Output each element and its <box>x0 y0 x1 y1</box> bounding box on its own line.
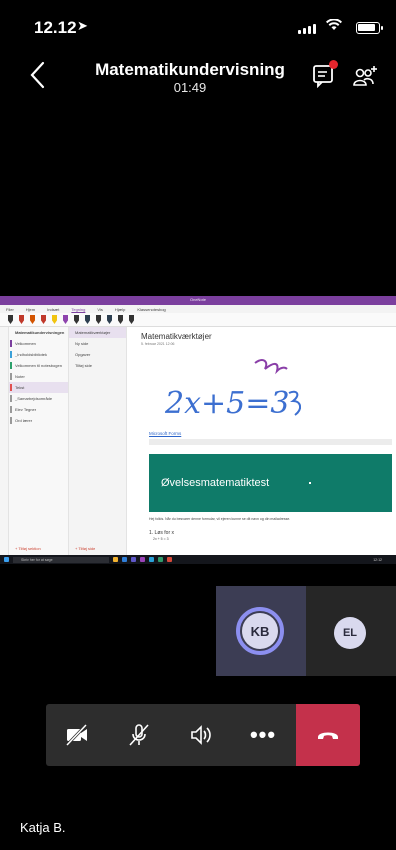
page-item: Matematikværktøjer <box>69 327 126 338</box>
call-controls: ••• <box>46 704 360 766</box>
page-item: Tilføj side <box>75 363 92 368</box>
section-item: _Samarbejdsområde <box>9 393 68 404</box>
add-section: + Tilføj sektion <box>15 546 41 551</box>
section-item: Elev Tegner <box>9 404 68 415</box>
section-item: Ord lærer <box>9 415 68 426</box>
form-question: 1. Løs for x <box>149 530 175 536</box>
pen-icon <box>63 315 68 324</box>
back-button[interactable] <box>28 60 58 90</box>
menu-item: Tegning <box>71 306 86 312</box>
handwriting-ink: 2x+5=3 <box>164 359 301 421</box>
section-item: Velkommen til notesbogen <box>9 360 68 371</box>
participant-tile-el[interactable]: EL <box>306 586 396 676</box>
pen-icon <box>74 315 79 324</box>
form-header-band <box>149 439 392 445</box>
menu-item: Vis <box>97 306 103 312</box>
mic-off-icon <box>129 724 149 746</box>
camera-toggle-button[interactable] <box>46 704 108 766</box>
section-item: Velkommen <box>9 338 68 349</box>
chrome-icon <box>167 557 172 562</box>
menu-item: Hjælp <box>114 306 126 312</box>
participant-tiles: KB EL <box>216 586 396 676</box>
form-description: Hej folkis. Når du besvarer denne formul… <box>149 517 291 521</box>
call-title: Matematikundervisning <box>95 60 285 79</box>
section-item: _Indholdsbibliotek <box>9 349 68 360</box>
participants-button[interactable] <box>352 64 380 88</box>
onenote-ribbon <box>0 313 396 327</box>
pen-icon <box>41 315 46 324</box>
pen-icon <box>96 315 101 324</box>
shared-screen[interactable]: OneNote Filer Hjem Indsæt Tegning Vis Hj… <box>0 296 396 564</box>
pen-icon <box>30 315 35 324</box>
folder-icon <box>113 557 118 562</box>
notebook-name: Matematikundervisningen <box>15 330 65 335</box>
form-banner: Øvelsesmatematiktest <box>149 454 392 512</box>
wifi-icon <box>326 18 342 36</box>
windows-taskbar: Skriv her for at søge 12:12 <box>0 555 396 564</box>
page-list: Matematikværktøjer Ny side Opgaver Tilfø… <box>69 327 127 556</box>
camera-off-icon <box>65 723 88 747</box>
hang-up-button[interactable] <box>296 704 360 766</box>
more-icon: ••• <box>249 722 277 747</box>
menu-item: Klassenotesbog <box>137 306 166 312</box>
menu-item: Indsæt <box>47 306 60 312</box>
pen-icon <box>107 315 112 324</box>
onenote-left-rail <box>0 327 9 556</box>
unread-badge <box>329 60 338 69</box>
onenote-icon <box>140 557 145 562</box>
page-date: 5. februar 2021 12:06 <box>141 342 175 346</box>
onenote-menubar: Filer Hjem Indsæt Tegning Vis Hjælp Klas… <box>0 305 396 313</box>
page-item: Ny side <box>75 341 89 346</box>
teams-icon <box>131 557 136 562</box>
windows-start-icon <box>4 557 9 562</box>
onenote-titlebar: OneNote <box>0 296 396 305</box>
pen-icon <box>129 315 134 324</box>
call-timer: 01:49 <box>173 80 207 95</box>
notebook-sections: Matematikundervisningen Velkommen _Indho… <box>9 327 69 556</box>
battery-icon <box>356 22 383 34</box>
section-item: Tekst <box>9 382 68 393</box>
page-title: Matematikværktøjer <box>141 332 212 341</box>
hang-up-icon <box>318 732 338 739</box>
pen-icon <box>8 315 13 324</box>
avatar: KB <box>242 613 278 649</box>
add-page: + Tilføj side <box>75 546 96 551</box>
page-canvas: Matematikværktøjer 5. februar 2021 12:06… <box>127 327 396 556</box>
onenote-app-title: OneNote <box>190 297 207 302</box>
add-people-icon <box>353 66 377 86</box>
mic-toggle-button[interactable] <box>108 704 170 766</box>
mail-icon <box>122 557 127 562</box>
presenter-name: Katja B. <box>20 820 66 835</box>
status-time: 12.12 <box>34 18 77 37</box>
form-title: Øvelsesmatematiktest <box>161 477 270 489</box>
form-question-expr: 2x + 5 = 3 <box>153 537 169 541</box>
menu-item: Filer <box>6 306 14 312</box>
avatar: EL <box>334 617 366 649</box>
speaker-icon <box>191 725 211 745</box>
app-icon <box>158 557 163 562</box>
handwritten-equation: 2x+5=3 <box>164 386 289 421</box>
edge-icon <box>149 557 154 562</box>
forms-link: Microsoft Forms <box>149 431 182 436</box>
speaker-button[interactable] <box>170 704 232 766</box>
status-bar: 12.12 ➤ <box>0 0 396 44</box>
location-icon: ➤ <box>77 18 88 33</box>
pen-icon <box>19 315 24 324</box>
mouse-cursor <box>309 482 311 484</box>
section-item: Noter <box>9 371 68 382</box>
taskbar-clock: 12:12 <box>373 557 382 562</box>
more-options-button[interactable]: ••• <box>232 704 294 766</box>
page-item: Opgaver <box>75 352 91 357</box>
participant-tile-kb[interactable]: KB <box>216 586 306 676</box>
pen-icon <box>52 315 57 324</box>
pen-icon <box>85 315 90 324</box>
chevron-left-icon <box>30 61 45 89</box>
signal-icon <box>298 24 316 34</box>
menu-item: Hjem <box>25 306 36 312</box>
taskbar-search: Skriv her for at søge <box>13 556 109 563</box>
pen-icon <box>118 315 123 324</box>
